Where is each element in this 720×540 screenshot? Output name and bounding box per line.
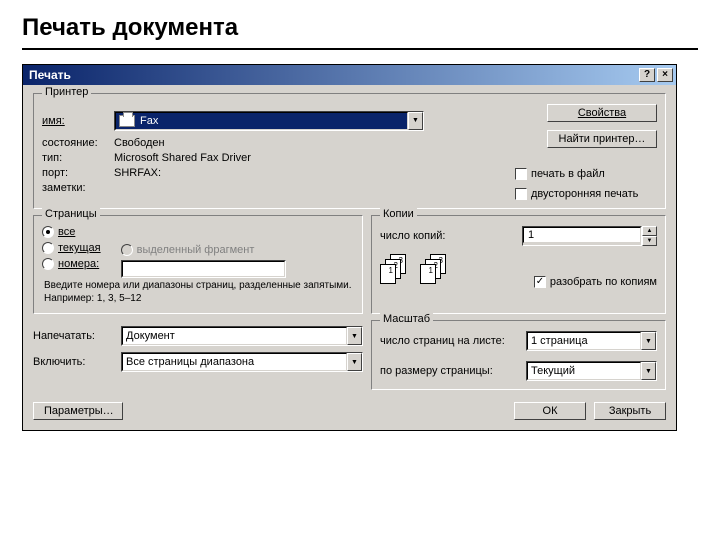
spin-down-icon[interactable]: ▼ <box>642 236 657 246</box>
pages-legend: Страницы <box>42 208 100 220</box>
find-printer-button[interactable]: Найти принтер… <box>547 130 657 148</box>
duplex-checkbox[interactable]: двусторонняя печать <box>515 188 638 200</box>
fit-label: по размеру страницы: <box>380 365 520 377</box>
printer-icon <box>119 115 135 127</box>
pages-all-radio[interactable]: все <box>42 226 101 238</box>
notes-label: заметки: <box>42 182 114 194</box>
window-title: Печать <box>26 68 637 82</box>
pages-current-radio[interactable]: текущая <box>42 242 101 254</box>
slide-title: Печать документа <box>22 14 698 50</box>
page-numbers-input[interactable] <box>121 260 286 278</box>
titlebar: Печать ? × <box>23 65 676 85</box>
print-to-file-checkbox[interactable]: печать в файл <box>515 168 605 180</box>
printer-legend: Принтер <box>42 86 91 98</box>
printer-name-combo[interactable]: Fax ▼ <box>114 111 424 131</box>
chevron-down-icon[interactable]: ▼ <box>347 353 362 371</box>
copies-spinner[interactable]: 1 ▲ ▼ <box>522 226 657 246</box>
copies-group: Копии число копий: 1 ▲ ▼ <box>371 215 666 314</box>
chevron-down-icon[interactable]: ▼ <box>641 362 656 380</box>
pages-numbers-radio[interactable]: номера: <box>42 258 101 270</box>
ok-button[interactable]: ОК <box>514 402 586 420</box>
chevron-down-icon[interactable]: ▼ <box>347 327 362 345</box>
printer-group: Принтер имя: Fax ▼ <box>33 93 666 209</box>
state-value: Свободен <box>114 137 165 149</box>
copies-legend: Копии <box>380 208 417 220</box>
chevron-down-icon[interactable]: ▼ <box>641 332 656 350</box>
scale-group: Масштаб число страниц на листе: 1 страни… <box>371 320 666 390</box>
collate-icon: 3 2 1 <box>380 254 410 288</box>
type-label: тип: <box>42 152 114 164</box>
spin-up-icon[interactable]: ▲ <box>642 226 657 236</box>
print-dialog: Печать ? × Принтер имя: Fax <box>22 64 677 431</box>
help-button[interactable]: ? <box>639 68 655 82</box>
printwhat-label: Напечатать: <box>33 330 113 342</box>
persheet-combo[interactable]: 1 страница ▼ <box>526 331 657 351</box>
printer-name-value: Fax <box>140 115 158 127</box>
close-button[interactable]: Закрыть <box>594 402 666 420</box>
options-button[interactable]: Параметры… <box>33 402 123 420</box>
type-value: Microsoft Shared Fax Driver <box>114 152 251 164</box>
chevron-down-icon[interactable]: ▼ <box>408 112 423 130</box>
persheet-label: число страниц на листе: <box>380 335 520 347</box>
state-label: состояние: <box>42 137 114 149</box>
name-label: имя: <box>42 115 114 127</box>
collate-icon: 3 2 1 <box>420 254 450 288</box>
scale-legend: Масштаб <box>380 313 433 325</box>
port-label: порт: <box>42 167 114 179</box>
include-label: Включить: <box>33 356 113 368</box>
fit-combo[interactable]: Текущий ▼ <box>526 361 657 381</box>
printwhat-combo[interactable]: Документ ▼ <box>121 326 363 346</box>
pages-hint: Введите номера или диапазоны страниц, ра… <box>42 278 354 305</box>
pages-group: Страницы все текущая номера: выделенный … <box>33 215 363 314</box>
copies-count-label: число копий: <box>380 230 445 242</box>
close-icon[interactable]: × <box>657 68 673 82</box>
properties-button[interactable]: Свойства <box>547 104 657 122</box>
collate-checkbox[interactable]: разобрать по копиям <box>534 276 657 288</box>
port-value: SHRFAX: <box>114 167 161 179</box>
include-combo[interactable]: Все страницы диапазона ▼ <box>121 352 363 372</box>
pages-selection-radio: выделенный фрагмент <box>121 244 354 256</box>
